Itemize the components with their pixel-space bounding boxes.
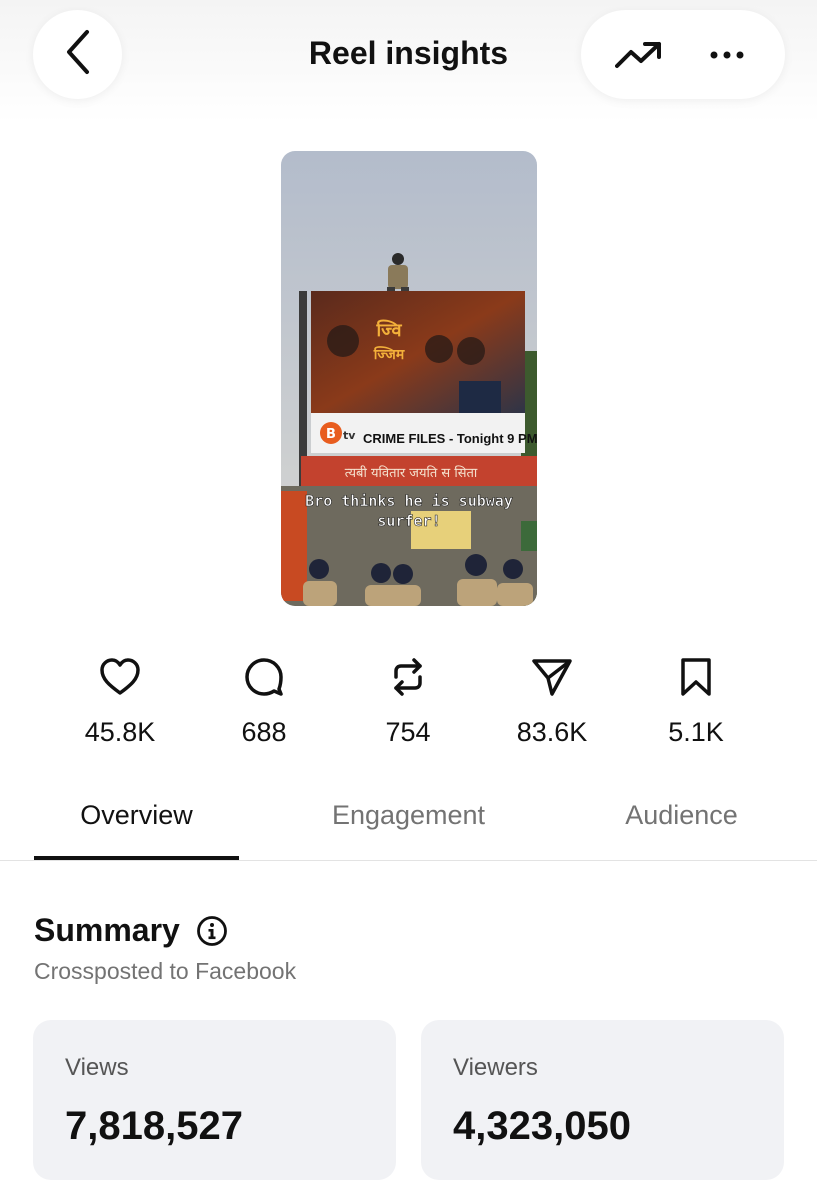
summary-title: Summary <box>34 912 180 948</box>
likes-count: 45.8K <box>84 717 156 747</box>
tab-audience[interactable]: Audience <box>590 800 773 831</box>
reposts-count: 754 <box>385 717 431 747</box>
tab-overview[interactable]: Overview <box>34 800 239 831</box>
comment-icon <box>242 655 286 699</box>
more-icon[interactable] <box>695 23 759 87</box>
reposts-stat[interactable]: 754 <box>336 655 480 755</box>
tab-engagement[interactable]: Engagement <box>300 800 517 831</box>
info-icon[interactable] <box>196 915 228 947</box>
reel-thumbnail[interactable]: ज्वि ज्जिम B tv CRIME FILES - Tonight 9 … <box>281 151 537 606</box>
comments-count: 688 <box>241 717 287 747</box>
engagement-stats: 45.8K 688 754 83.6K 5.1K <box>48 655 768 755</box>
active-tab-indicator <box>34 856 239 860</box>
likes-stat[interactable]: 45.8K <box>48 655 192 755</box>
summary-heading: Summary <box>34 912 228 949</box>
bookmark-icon <box>674 655 718 699</box>
insights-tabs: Overview Engagement Audience <box>0 790 817 861</box>
heart-icon <box>98 655 142 699</box>
views-card[interactable]: Views 7,818,527 <box>33 1020 396 1180</box>
svg-text:ज्जिम: ज्जिम <box>373 346 405 363</box>
repost-icon <box>386 655 430 699</box>
header-actions <box>581 10 785 99</box>
billboard-text: CRIME FILES - Tonight 9 PM <box>363 431 537 446</box>
svg-text:त्यबी यवितार जयति स सिता: त्यबी यवितार जयति स सिता <box>345 465 478 481</box>
viewers-value: 4,323,050 <box>453 1104 631 1148</box>
svg-text:ज्वि: ज्वि <box>376 319 403 341</box>
viewers-card[interactable]: Viewers 4,323,050 <box>421 1020 784 1180</box>
shares-count: 83.6K <box>516 717 588 747</box>
trending-up-icon[interactable] <box>607 23 671 87</box>
share-icon <box>530 655 574 699</box>
comments-stat[interactable]: 688 <box>192 655 336 755</box>
reel-caption-line-2: surfer! <box>377 512 440 530</box>
saves-count: 5.1K <box>668 717 724 747</box>
saves-stat[interactable]: 5.1K <box>624 655 768 755</box>
views-value: 7,818,527 <box>65 1104 243 1148</box>
svg-text:B: B <box>326 427 336 442</box>
summary-subtitle: Crossposted to Facebook <box>34 958 297 984</box>
svg-text:tv: tv <box>343 429 356 442</box>
views-label: Views <box>65 1054 129 1081</box>
viewers-label: Viewers <box>453 1054 538 1081</box>
shares-stat[interactable]: 83.6K <box>480 655 624 755</box>
reel-caption-line-1: Bro thinks he is subway <box>305 492 513 510</box>
